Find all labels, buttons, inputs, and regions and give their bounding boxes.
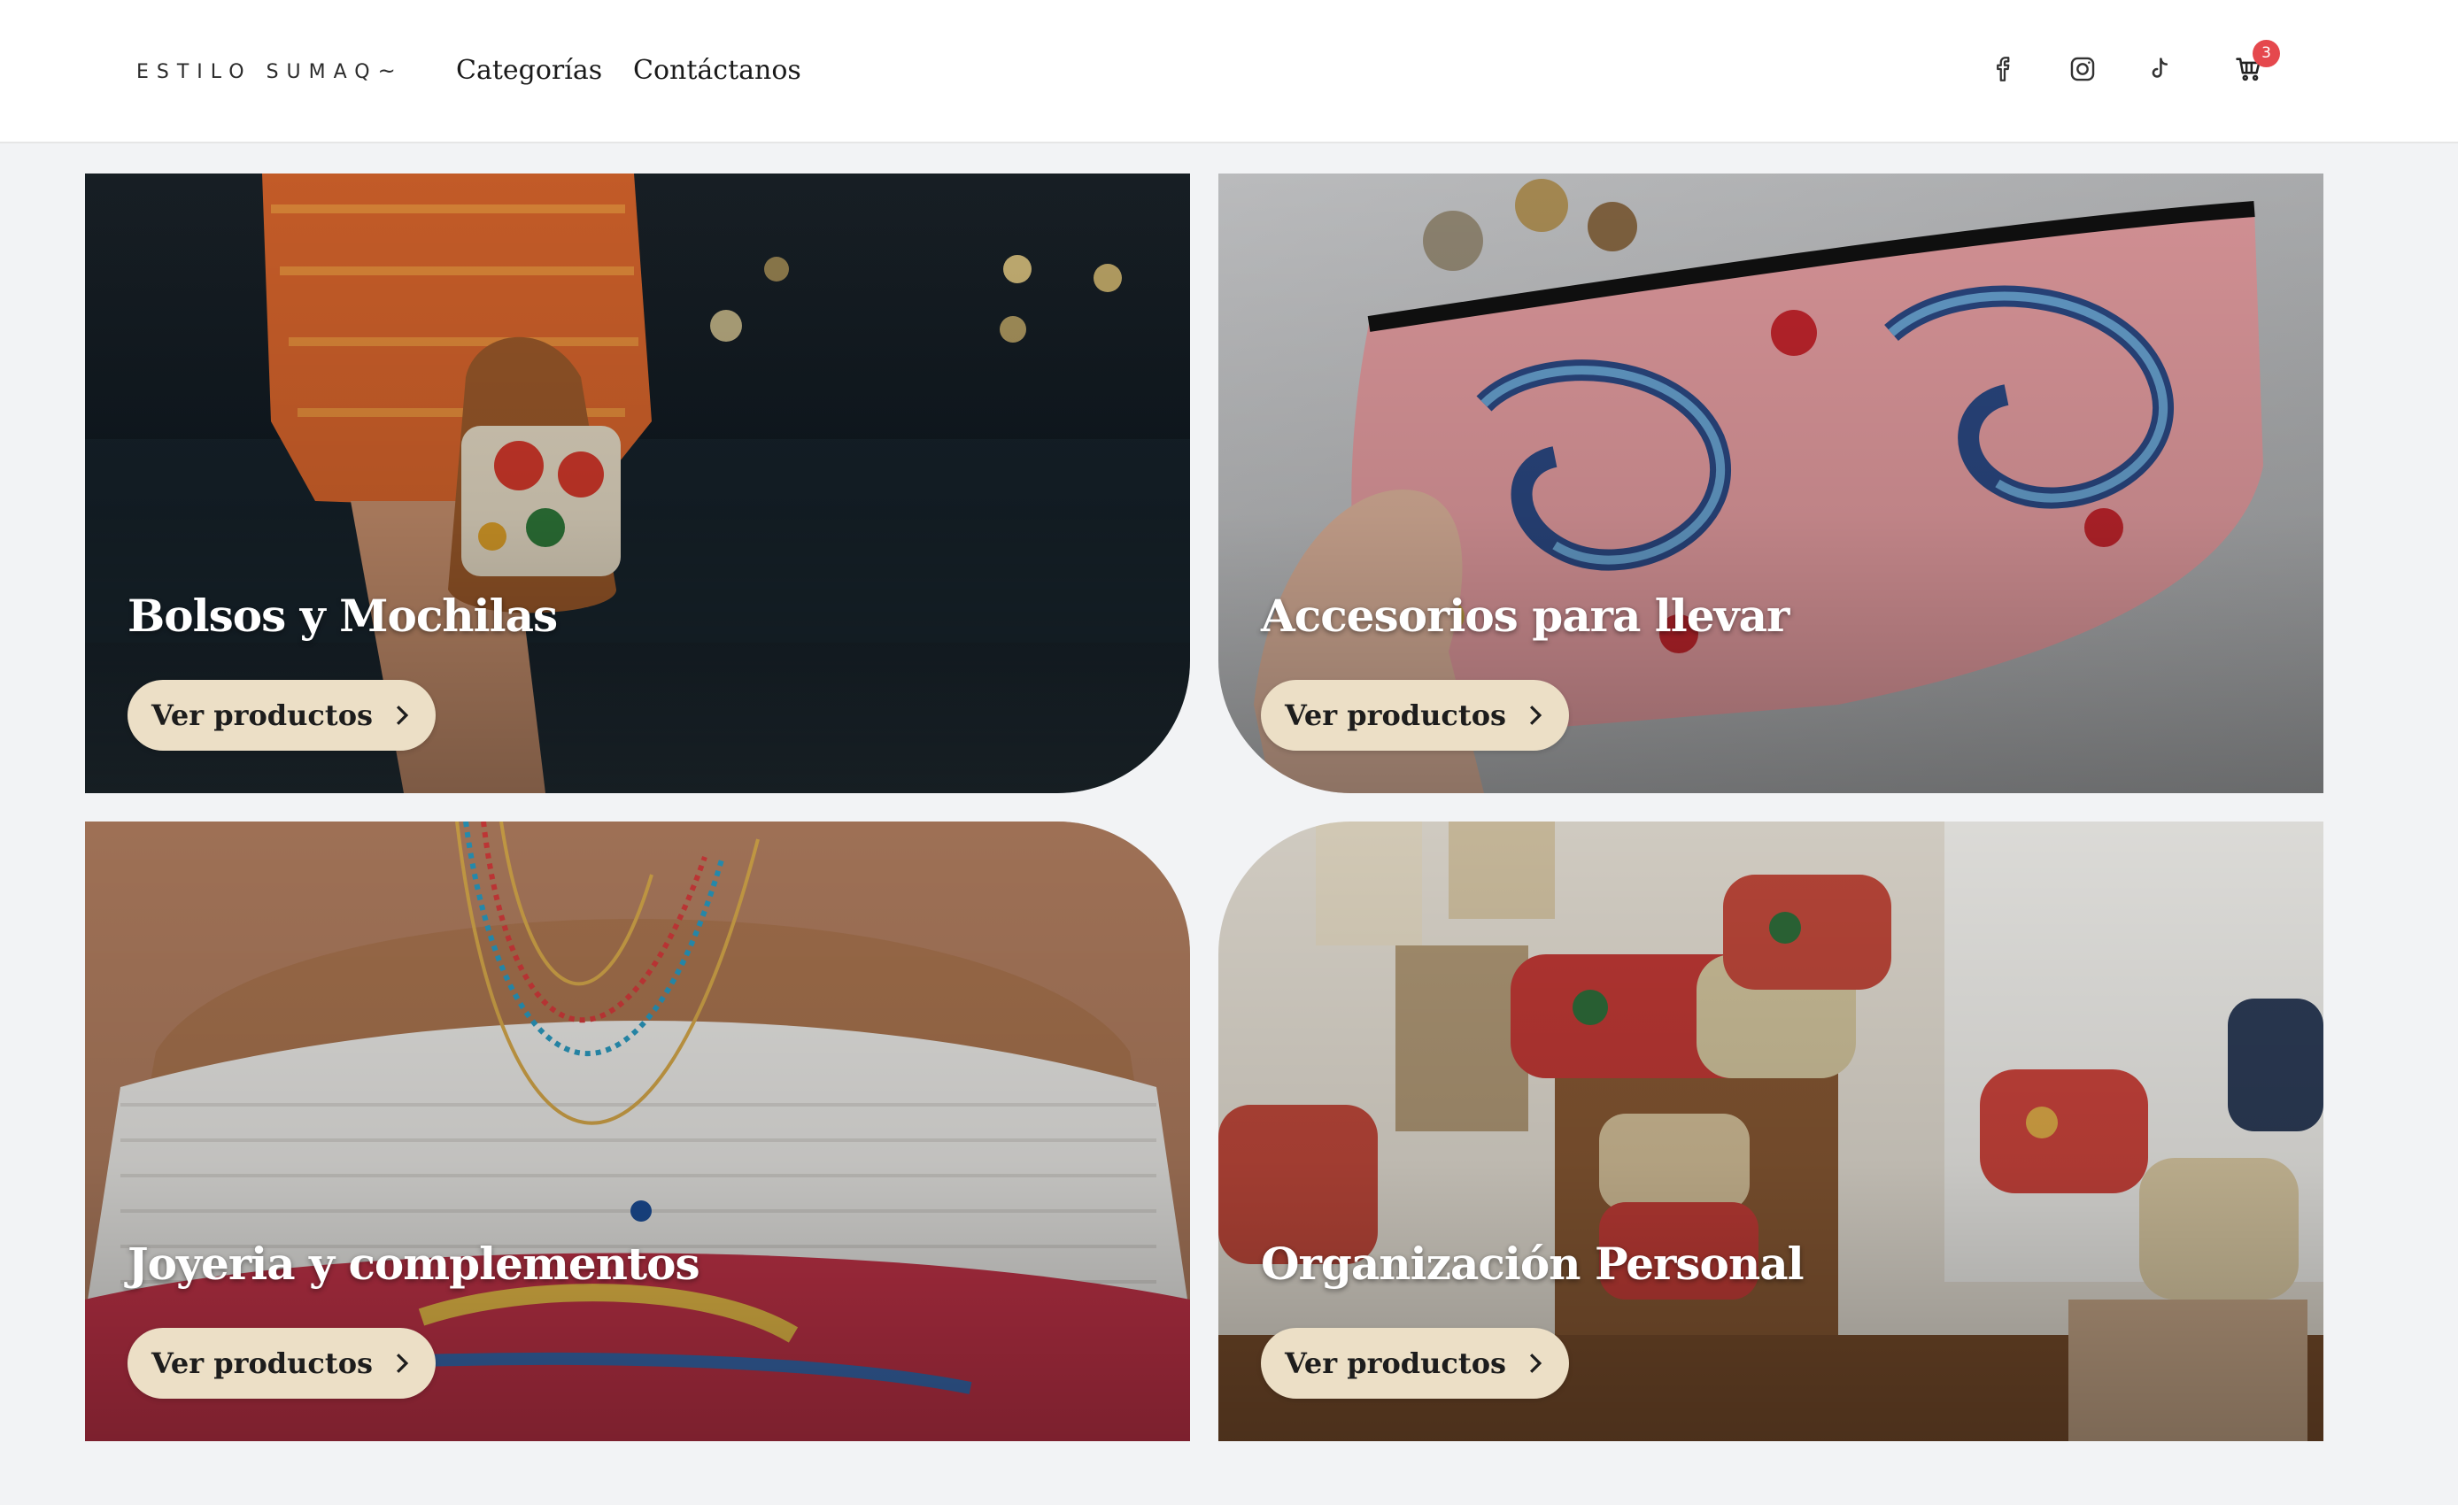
nav-categories-link[interactable]: Categorías [456, 55, 602, 86]
instagram-icon[interactable] [2065, 50, 2100, 89]
category-title: Joyeria y complementos [128, 1238, 700, 1290]
footer-edge [0, 1505, 2458, 1512]
cart-count-badge: 3 [2253, 40, 2280, 67]
chevron-right-icon [1530, 1354, 1542, 1373]
brand-logo[interactable]: ESTILO SUMAQ~ [136, 58, 396, 83]
category-card-accesorios[interactable]: Accesorios para llevar Ver productos [1218, 174, 2323, 793]
category-title: Bolsos y Mochilas [128, 590, 558, 642]
nav-contact-link[interactable]: Contáctanos [633, 55, 801, 86]
category-card-organizacion[interactable]: Organización Personal Ver productos [1218, 822, 2323, 1441]
view-products-label: Ver productos [151, 1346, 374, 1380]
category-card-bolsos[interactable]: Bolsos y Mochilas Ver productos [85, 174, 1190, 793]
category-title: Accesorios para llevar [1261, 590, 1789, 642]
view-products-label: Ver productos [151, 698, 374, 732]
view-products-button[interactable]: Ver productos [1261, 680, 1569, 751]
chevron-right-icon [397, 706, 409, 725]
tiktok-icon[interactable] [2142, 50, 2177, 89]
site-header: ESTILO SUMAQ~ Categorías Contáctanos 3 [0, 0, 2458, 143]
category-card-joyeria[interactable]: Joyeria y complementos Ver productos [85, 822, 1190, 1441]
view-products-button[interactable]: Ver productos [128, 1328, 436, 1399]
chevron-right-icon [1530, 706, 1542, 725]
category-title: Organización Personal [1261, 1238, 1805, 1290]
view-products-button[interactable]: Ver productos [1261, 1328, 1569, 1399]
facebook-icon[interactable] [1987, 50, 2022, 89]
view-products-label: Ver productos [1284, 1346, 1507, 1380]
view-products-button[interactable]: Ver productos [128, 680, 436, 751]
view-products-label: Ver productos [1284, 698, 1507, 732]
chevron-right-icon [397, 1354, 409, 1373]
